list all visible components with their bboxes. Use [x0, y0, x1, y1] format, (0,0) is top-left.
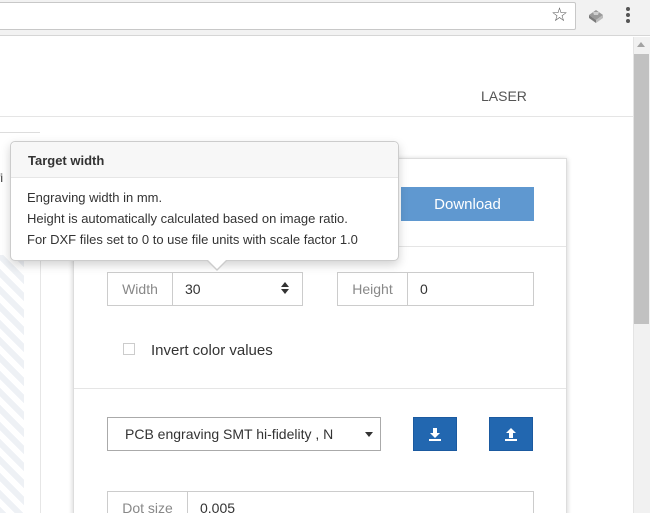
page-content: LASER fi Download Width 30 Height 0: [0, 37, 633, 513]
download-button[interactable]: Download: [401, 187, 534, 221]
download-profile-button[interactable]: [413, 417, 457, 451]
width-input[interactable]: 30: [173, 273, 302, 305]
profile-selected-value: PCB engraving SMT hi-fidelity , N: [125, 426, 334, 442]
scrollbar-thumb[interactable]: [634, 54, 649, 324]
scroll-up-arrow-icon[interactable]: [637, 42, 645, 47]
drop-zone[interactable]: [0, 255, 24, 513]
target-width-tooltip: Target width Engraving width in mm. Heig…: [10, 141, 399, 271]
height-input[interactable]: 0: [408, 273, 533, 305]
width-label: Width: [108, 273, 173, 305]
browser-toolbar: ☆: [0, 0, 650, 36]
download-icon: [429, 428, 441, 441]
star-icon[interactable]: ☆: [551, 3, 568, 27]
dot-size-value: 0.005: [200, 500, 236, 513]
kebab-menu-icon[interactable]: [621, 5, 635, 25]
extension-icon[interactable]: [586, 6, 606, 24]
width-input-group: Width 30: [107, 272, 303, 306]
width-value: 30: [185, 281, 201, 297]
tooltip-line: For DXF files set to 0 to use file units…: [27, 232, 358, 247]
divider: [74, 388, 566, 389]
chevron-down-icon: [365, 432, 373, 437]
height-value: 0: [420, 281, 428, 297]
tooltip-arrow: [207, 260, 227, 271]
width-stepper-icon[interactable]: [280, 282, 290, 296]
tooltip-title: Target width: [11, 142, 398, 178]
tooltip-line: Engraving width in mm.: [27, 190, 163, 205]
height-input-group: Height 0: [337, 272, 534, 306]
nav-item-laser[interactable]: LASER: [481, 88, 527, 104]
tooltip-line: Height is automatically calculated based…: [27, 211, 348, 226]
dot-size-label: Dot size: [108, 492, 188, 513]
invert-checkbox[interactable]: [123, 343, 135, 355]
upload-profile-button[interactable]: [489, 417, 533, 451]
dot-size-input-group: Dot size 0.005: [107, 491, 534, 513]
dot-size-input[interactable]: 0.005: [188, 492, 533, 513]
profile-select[interactable]: PCB engraving SMT hi-fidelity , N: [107, 417, 381, 451]
tooltip-body: Engraving width in mm. Height is automat…: [11, 178, 398, 250]
left-panel-text: fi: [0, 171, 3, 185]
invert-label[interactable]: Invert color values: [151, 342, 273, 359]
top-nav: LASER: [0, 37, 633, 117]
upload-icon: [505, 428, 517, 441]
address-bar[interactable]: [0, 2, 576, 30]
divider: [40, 255, 41, 513]
height-label: Height: [338, 273, 408, 305]
